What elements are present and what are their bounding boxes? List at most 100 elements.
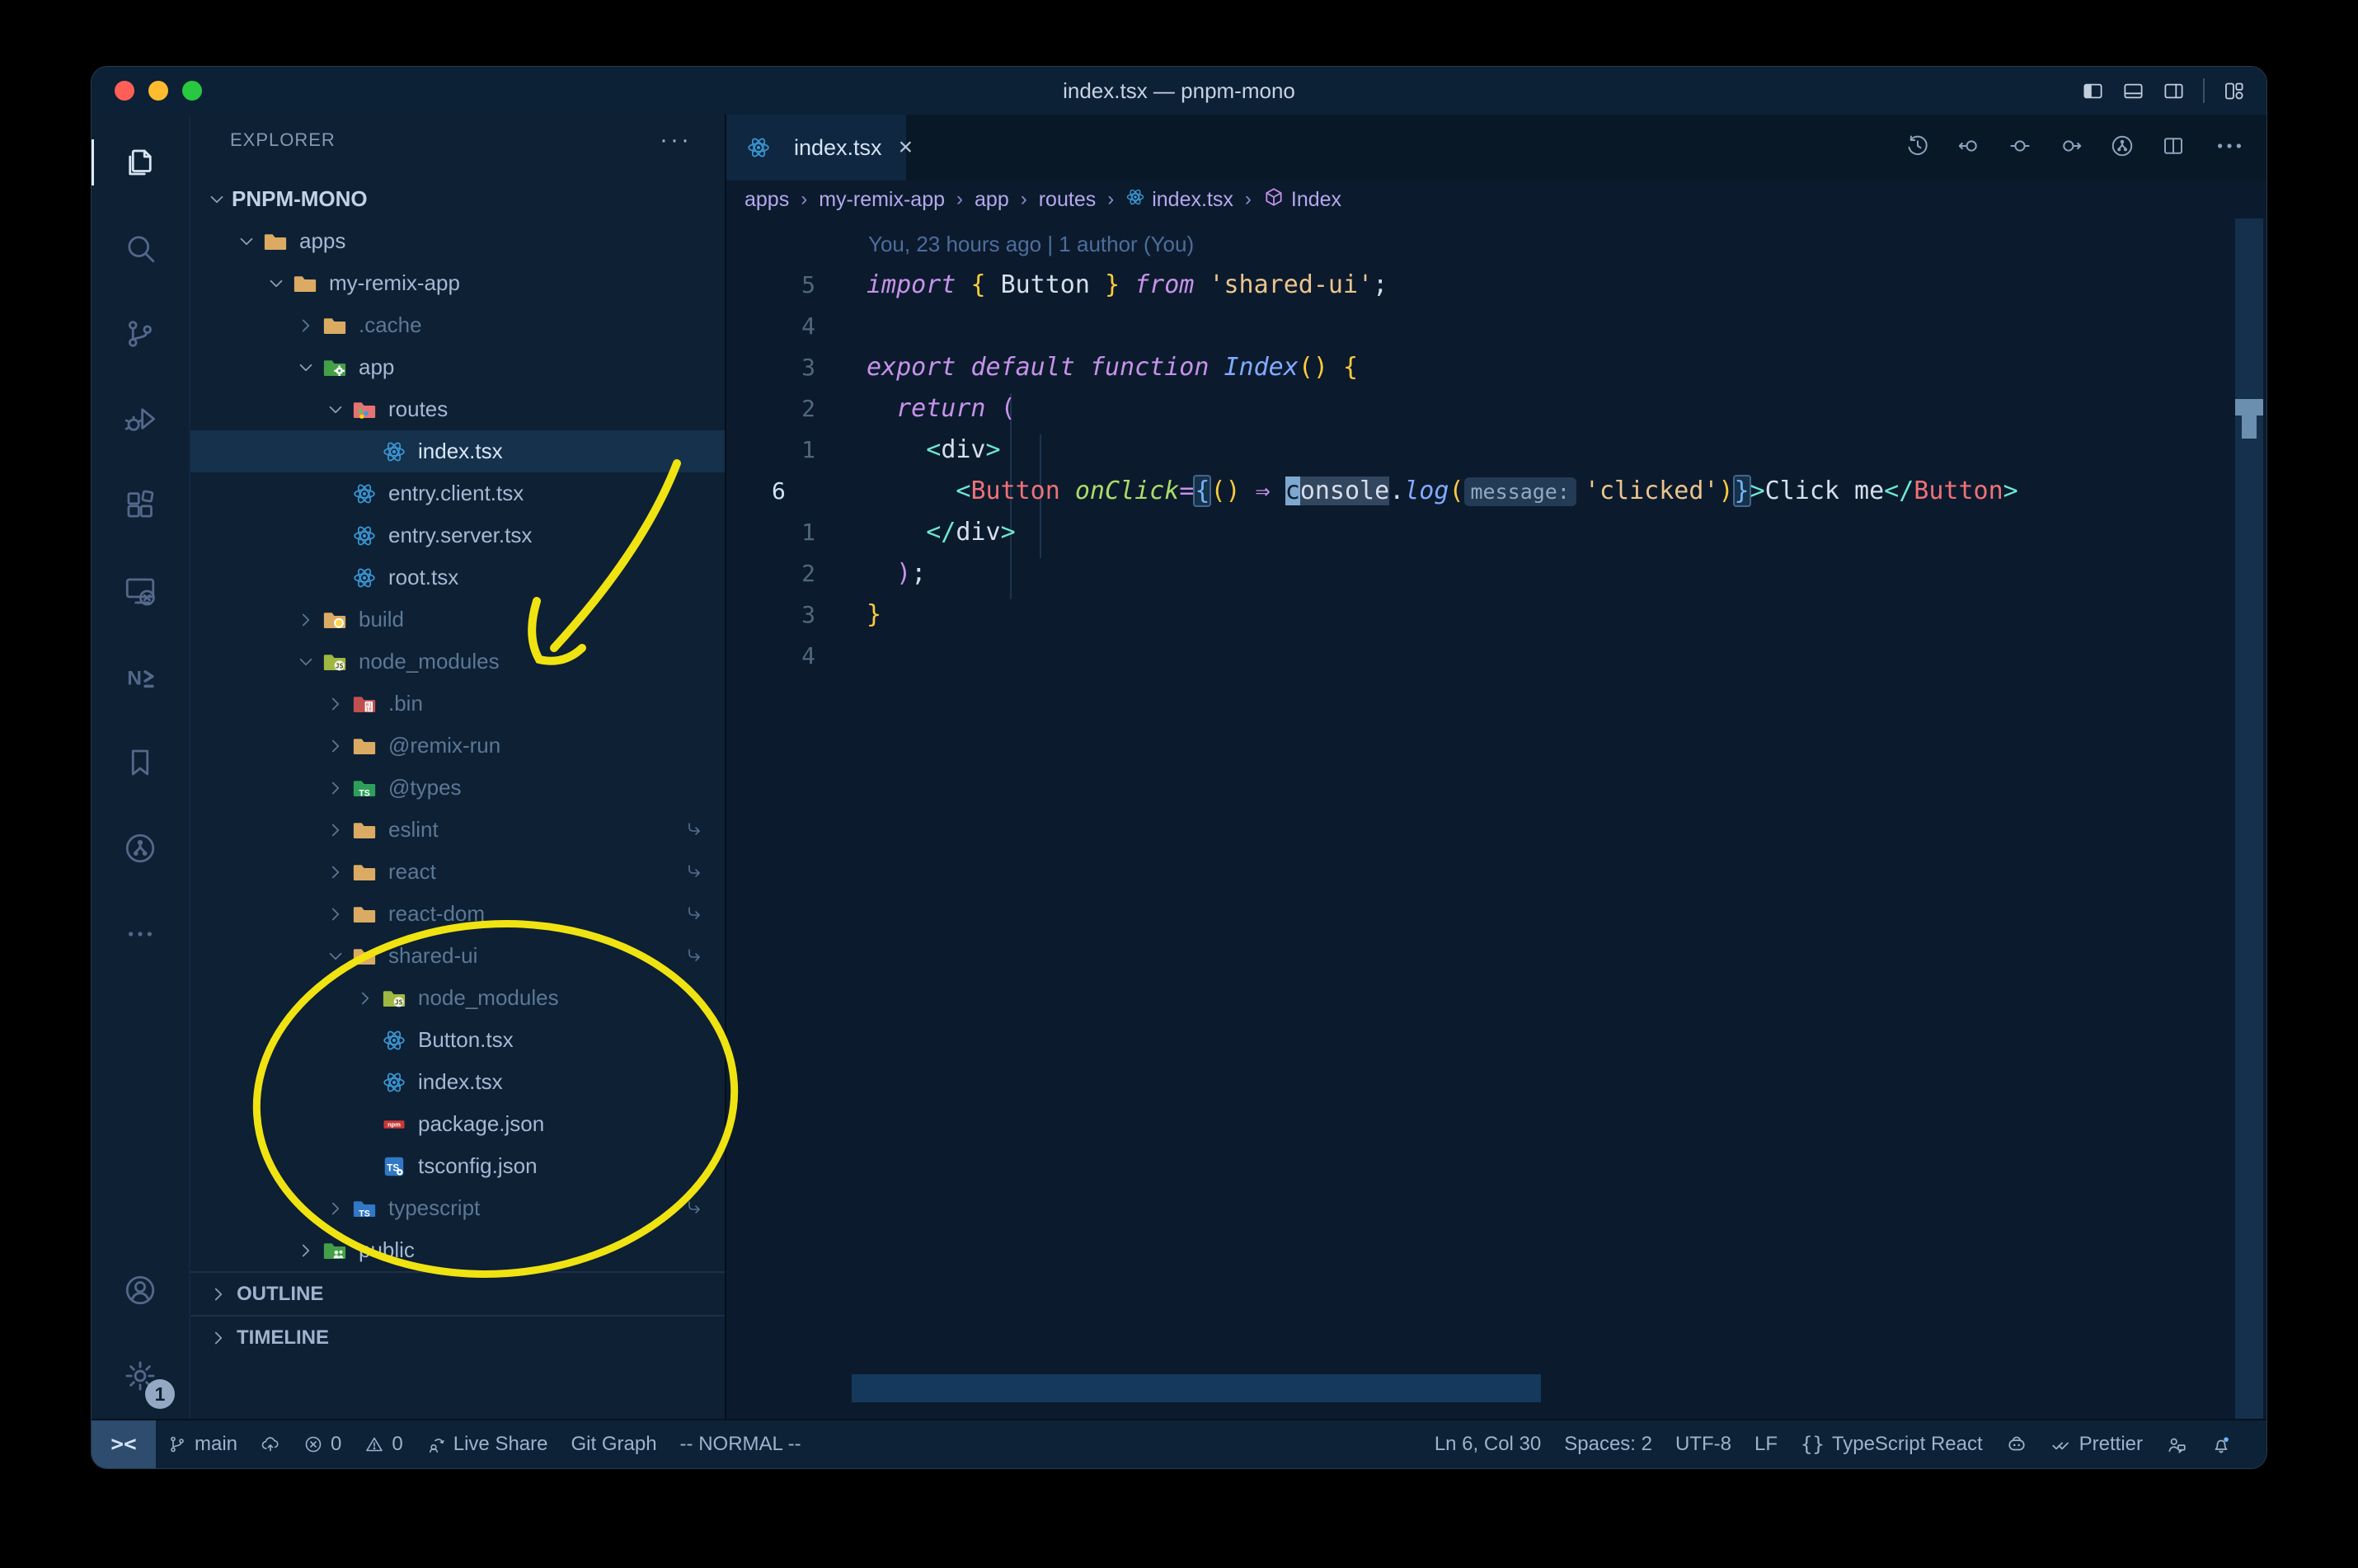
tree-item-pnpm-mono[interactable]: PNPM-MONO <box>190 178 725 220</box>
status-bar-left: >< main 0 0 Live Share Git Graph -- NORMAL -- <box>92 1420 1423 1468</box>
tree-item-tsconfig-json[interactable]: TS tsconfig.json <box>190 1145 725 1187</box>
close-tab-icon[interactable]: × <box>899 134 914 162</box>
tree-item-react[interactable]: react <box>190 851 725 893</box>
breadcrumb-item-app[interactable]: app <box>975 188 1009 212</box>
commit-graph-icon[interactable] <box>2110 134 2135 162</box>
chevron-right-icon[interactable] <box>321 689 350 719</box>
status-cursor-position[interactable]: Ln 6, Col 30 <box>1423 1420 1552 1468</box>
section-timeline[interactable]: TIMELINE <box>190 1315 725 1359</box>
chevron-right-icon[interactable] <box>321 815 350 845</box>
chevron-right-icon[interactable] <box>321 1194 350 1223</box>
customize-layout-icon[interactable] <box>2223 80 2245 102</box>
status-git-graph[interactable]: Git Graph <box>560 1420 669 1468</box>
chevron-down-icon[interactable] <box>202 185 232 214</box>
activity-search-icon[interactable] <box>92 205 190 291</box>
status-live-share[interactable]: Live Share <box>415 1420 560 1468</box>
tree-item-shared-ui[interactable]: shared-ui <box>190 935 725 977</box>
chevron-down-icon[interactable] <box>291 647 321 677</box>
activity-more-icon[interactable] <box>92 891 190 977</box>
activity-bookmarks-icon[interactable] <box>92 720 190 805</box>
status-errors[interactable]: 0 <box>292 1420 353 1468</box>
history-icon[interactable] <box>1905 134 1930 162</box>
toggle-panel-bottom-icon[interactable] <box>2122 80 2144 102</box>
tree-item-index-tsx[interactable]: index.tsx <box>190 430 725 472</box>
status-language[interactable]: {} TypeScript React <box>1789 1420 1994 1468</box>
tree-item-root-tsx[interactable]: root.tsx <box>190 556 725 599</box>
breadcrumb-item-routes[interactable]: routes <box>1039 188 1096 212</box>
tree-item--types[interactable]: TS @types <box>190 767 725 809</box>
tree-item-button-tsx[interactable]: Button.tsx <box>190 1019 725 1061</box>
more-icon[interactable] <box>2212 129 2247 167</box>
chevron-right-icon[interactable] <box>321 899 350 929</box>
tree-item-entry-server-tsx[interactable]: entry.server.tsx <box>190 514 725 556</box>
activity-remote-explorer-icon[interactable] <box>92 548 190 634</box>
change-icon[interactable] <box>2008 134 2032 162</box>
tree-item--remix-run[interactable]: @remix-run <box>190 725 725 767</box>
tree-item-node-modules[interactable]: JS node_modules <box>190 977 725 1019</box>
chevron-down-icon[interactable] <box>321 941 350 971</box>
status-eol[interactable]: LF <box>1743 1420 1789 1468</box>
tree-item-my-remix-app[interactable]: my-remix-app <box>190 262 725 304</box>
status-vim-mode[interactable]: -- NORMAL -- <box>669 1420 813 1468</box>
chevron-right-icon[interactable] <box>291 605 321 635</box>
tree-item--cache[interactable]: .cache <box>190 304 725 346</box>
tree-item-app[interactable]: app <box>190 346 725 388</box>
chevron-right-icon[interactable] <box>321 857 350 887</box>
tree-item-apps[interactable]: apps <box>190 220 725 262</box>
tree-item-package-json[interactable]: npm package.json <box>190 1103 725 1145</box>
chevron-right-icon[interactable] <box>321 731 350 761</box>
chevron-right-icon[interactable] <box>291 311 321 340</box>
section-outline[interactable]: OUTLINE <box>190 1271 725 1315</box>
status-feedback[interactable] <box>2154 1420 2199 1468</box>
status-branch[interactable]: main <box>156 1420 249 1468</box>
status-encoding[interactable]: UTF-8 <box>1664 1420 1743 1468</box>
chevron-down-icon[interactable] <box>232 227 261 256</box>
tree-item-eslint[interactable]: eslint <box>190 809 725 851</box>
status-notifications[interactable] <box>2199 1420 2243 1468</box>
status-warnings[interactable]: 0 <box>353 1420 414 1468</box>
tree-item-routes[interactable]: routes <box>190 388 725 430</box>
breadcrumb-item-index[interactable]: Index <box>1263 186 1341 214</box>
chevron-down-icon[interactable] <box>261 269 291 298</box>
tab-index-tsx[interactable]: index.tsx × <box>726 115 913 181</box>
split-editor-icon[interactable] <box>2161 134 2186 162</box>
code-editor[interactable]: You, 23 hours ago | 1 author (You) 5 impor… <box>726 218 2266 1419</box>
chevron-right-icon[interactable] <box>321 773 350 803</box>
status-indentation[interactable]: Spaces: 2 <box>1552 1420 1664 1468</box>
activity-git-graph-icon[interactable] <box>92 805 190 891</box>
tree-item-public[interactable]: public <box>190 1229 725 1271</box>
horizontal-scrollbar[interactable] <box>852 1374 1541 1402</box>
activity-accounts-icon[interactable] <box>92 1247 190 1333</box>
activity-run-debug-icon[interactable] <box>92 377 190 462</box>
status-prettier[interactable]: Prettier <box>2039 1420 2154 1468</box>
explorer-more-actions-icon[interactable]: ··· <box>660 126 692 154</box>
status-copilot[interactable] <box>1994 1420 2039 1468</box>
chevron-right-icon[interactable] <box>350 984 380 1013</box>
tree-item-build[interactable]: build <box>190 599 725 641</box>
activity-nx-console-icon[interactable]: N <box>92 634 190 720</box>
status-sync[interactable] <box>249 1420 292 1468</box>
tree-item--bin[interactable]: 01 10 .bin <box>190 683 725 725</box>
breadcrumb-item-apps[interactable]: apps <box>745 188 789 212</box>
activity-settings-icon[interactable]: 1 <box>92 1333 190 1419</box>
chevron-right-icon[interactable] <box>291 1236 321 1265</box>
tree-item-react-dom[interactable]: react-dom <box>190 893 725 935</box>
prev-change-icon[interactable] <box>1956 134 1981 162</box>
tree-item-node-modules[interactable]: JS node_modules <box>190 641 725 683</box>
vertical-scrollbar[interactable] <box>2235 218 2263 1419</box>
breadcrumb-item-my-remix-app[interactable]: my-remix-app <box>819 188 945 212</box>
activity-extensions-icon[interactable] <box>92 462 190 548</box>
chevron-down-icon[interactable] <box>321 395 350 425</box>
breadcrumb-item-index-tsx[interactable]: index.tsx <box>1125 187 1233 213</box>
activity-explorer-icon[interactable] <box>92 120 190 205</box>
chevron-down-icon[interactable] <box>291 353 321 383</box>
tree-item-index-tsx[interactable]: index.tsx <box>190 1061 725 1103</box>
tree-item-typescript[interactable]: TS typescript <box>190 1187 725 1229</box>
git-blame-annotation[interactable]: You, 23 hours ago | 1 author (You) <box>868 223 2234 265</box>
activity-source-control-icon[interactable] <box>92 291 190 377</box>
tree-item-entry-client-tsx[interactable]: entry.client.tsx <box>190 472 725 514</box>
next-change-icon[interactable] <box>2059 134 2083 162</box>
remote-indicator[interactable]: >< <box>92 1420 156 1468</box>
toggle-sidebar-left-icon[interactable] <box>2082 80 2104 102</box>
toggle-sidebar-right-icon[interactable] <box>2163 80 2185 102</box>
